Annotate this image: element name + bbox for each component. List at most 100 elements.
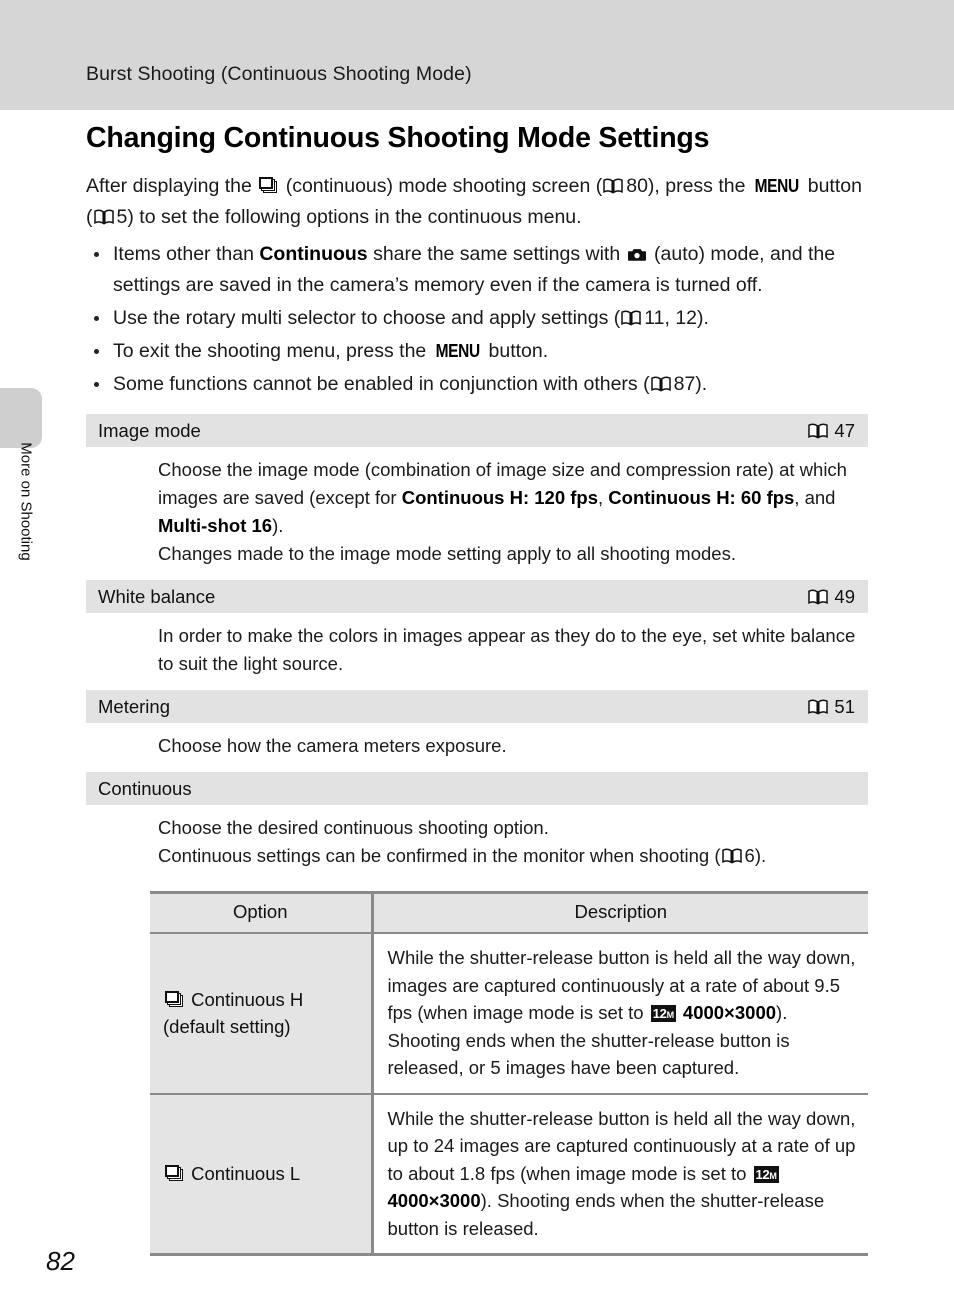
menu-button-icon: MENU xyxy=(435,341,480,361)
setting-body-paragraph: Choose the desired continuous shooting o… xyxy=(158,817,549,838)
continuous-text-b: ). xyxy=(754,845,767,866)
table-row: Continuous H (default setting) While the… xyxy=(150,933,868,1095)
setting-body-metering: Choose how the camera meters exposure. xyxy=(86,723,868,772)
menu-button-icon: MENU xyxy=(754,176,799,196)
intro-text-1: After displaying the xyxy=(86,175,252,197)
continuous-l-icon xyxy=(165,1165,184,1182)
page-reference-book-icon xyxy=(808,589,829,605)
bullet2-ref-pages: 11, 12 xyxy=(644,307,698,329)
setting-page-reference: 49 xyxy=(807,586,855,608)
bullet-dot-icon xyxy=(94,252,99,257)
option-default-note: (default setting) xyxy=(163,1016,291,1038)
badge-unit: M xyxy=(769,1170,777,1181)
settings-list: Image mode 47 Choose the image mode (com… xyxy=(86,414,868,1256)
continuous-options-table: Option Description Continuous H (default… xyxy=(150,891,868,1256)
setting-page-reference: 47 xyxy=(807,420,855,442)
option-name-line: Continuous H xyxy=(163,986,361,1013)
setting-ref-page: 49 xyxy=(834,585,855,607)
bullet-dot-icon xyxy=(94,349,99,354)
setting-header-white-balance: White balance 49 xyxy=(86,580,868,613)
image-mode-12m-badge-icon: 12M xyxy=(753,1165,779,1183)
setting-ref-page: 51 xyxy=(834,695,855,717)
option-cell-continuous-l: Continuous L xyxy=(150,1093,374,1256)
setting-body-image-mode: Choose the image mode (combination of im… xyxy=(86,447,868,580)
column-header-option: Option xyxy=(150,891,374,934)
bullet4-ref-page: 87 xyxy=(673,373,696,395)
page-reference-book-icon xyxy=(650,376,671,392)
option-label: Continuous L xyxy=(191,1163,301,1185)
desc-bold-resolution: 4000×3000 xyxy=(387,1190,481,1211)
setting-body-paragraph: Changes made to the image mode setting a… xyxy=(158,543,736,564)
continuous-ref-page: 6 xyxy=(744,845,755,866)
desc-bold-resolution: 4000×3000 xyxy=(682,1002,777,1023)
bullet2-text-b: ). xyxy=(697,307,709,329)
setting-header-image-mode: Image mode 47 xyxy=(86,414,868,447)
imagemode-bold-2: Continuous H: 60 fps xyxy=(608,487,795,508)
bullet4-text-b: ). xyxy=(695,373,708,395)
page-content: Changing Continuous Shooting Mode Settin… xyxy=(86,122,868,1256)
setting-body-continuous: Choose the desired continuous shooting o… xyxy=(86,805,868,882)
page-reference-book-icon xyxy=(808,423,829,439)
table-header-row: Option Description xyxy=(150,891,868,934)
page-title: Changing Continuous Shooting Mode Settin… xyxy=(86,122,710,154)
badge-number: 12 xyxy=(652,1006,667,1021)
column-header-description: Description xyxy=(372,891,868,934)
bullet-dot-icon xyxy=(94,382,99,387)
setting-name: Image mode xyxy=(98,419,201,441)
option-name-line: Continuous L xyxy=(163,1160,361,1187)
option-cell-continuous-h: Continuous H (default setting) xyxy=(150,933,374,1095)
imagemode-text-b: ). xyxy=(272,515,284,536)
intro-ref-page-1: 80 xyxy=(626,175,648,197)
table-row: Continuous L While the shutter-release b… xyxy=(150,1093,868,1256)
intro-text-2: (continuous) mode shooting screen ( xyxy=(285,175,603,197)
page-number: 82 xyxy=(46,1246,75,1276)
bullet-dot-icon xyxy=(94,316,99,321)
setting-body-paragraph: Choose the image mode (combination of im… xyxy=(158,456,868,540)
page-reference-book-icon xyxy=(93,209,114,225)
bullet1-text-a: Items other than xyxy=(113,243,254,265)
badge-number: 12 xyxy=(755,1166,770,1182)
setting-name: Continuous xyxy=(98,777,192,799)
setting-body-paragraph: In order to make the colors in images ap… xyxy=(158,625,856,674)
bullet1-bold-continuous: Continuous xyxy=(259,243,368,265)
page-reference-book-icon xyxy=(721,848,742,864)
continuous-text-a: Continuous settings can be confirmed in … xyxy=(158,845,721,866)
setting-header-continuous: Continuous xyxy=(86,772,868,805)
page-reference-book-icon xyxy=(808,699,829,715)
bullet4-text-a: Some functions cannot be enabled in conj… xyxy=(113,373,650,395)
setting-body-white-balance: In order to make the colors in images ap… xyxy=(86,613,868,690)
list-item: Some functions cannot be enabled in conj… xyxy=(86,369,868,400)
setting-name: Metering xyxy=(98,695,170,717)
page-reference-book-icon xyxy=(621,310,641,326)
imagemode-bold-3: Multi-shot 16 xyxy=(158,515,273,536)
continuous-mode-icon xyxy=(259,177,278,194)
continuous-h-icon xyxy=(165,991,184,1008)
list-item: Use the rotary multi selector to choose … xyxy=(86,303,868,334)
bullet2-text-a: Use the rotary multi selector to choose … xyxy=(113,307,621,329)
auto-mode-camera-icon xyxy=(627,249,646,261)
chapter-thumb-tab-label: More on Shooting xyxy=(17,442,35,561)
image-mode-12m-badge-icon: 12M xyxy=(650,1005,676,1022)
bullet3-text-a: To exit the shooting menu, press the xyxy=(113,340,427,362)
intro-paragraph: After displaying the (continuous) mode s… xyxy=(86,171,868,233)
badge-unit: M xyxy=(666,1010,675,1020)
running-head-band: Burst Shooting (Continuous Shooting Mode… xyxy=(0,0,954,110)
setting-header-metering: Metering 51 xyxy=(86,690,868,723)
setting-ref-page: 47 xyxy=(834,419,855,441)
intro-ref-page-2: 5 xyxy=(116,206,128,228)
setting-body-paragraph: Continuous settings can be confirmed in … xyxy=(158,842,868,870)
imagemode-bold-1: Continuous H: 120 fps xyxy=(401,487,599,508)
bullet3-text-b: button. xyxy=(488,340,549,362)
option-label: Continuous H xyxy=(191,989,304,1011)
page-reference-book-icon xyxy=(603,178,623,194)
intro-text-3: ), press the xyxy=(647,175,746,197)
running-head-title: Burst Shooting (Continuous Shooting Mode… xyxy=(86,63,472,85)
description-cell-continuous-h: While the shutter-release button is held… xyxy=(372,933,868,1095)
description-cell-continuous-l: While the shutter-release button is held… xyxy=(372,1093,868,1256)
imagemode-sep-2: , and xyxy=(794,487,836,508)
setting-body-paragraph: Choose how the camera meters exposure. xyxy=(158,735,507,756)
list-item: Items other than Continuous share the sa… xyxy=(86,239,868,301)
setting-page-reference: 51 xyxy=(807,696,855,718)
intro-text-5: ) to set the following options in the co… xyxy=(127,206,582,228)
imagemode-sep-1: , xyxy=(598,487,604,508)
